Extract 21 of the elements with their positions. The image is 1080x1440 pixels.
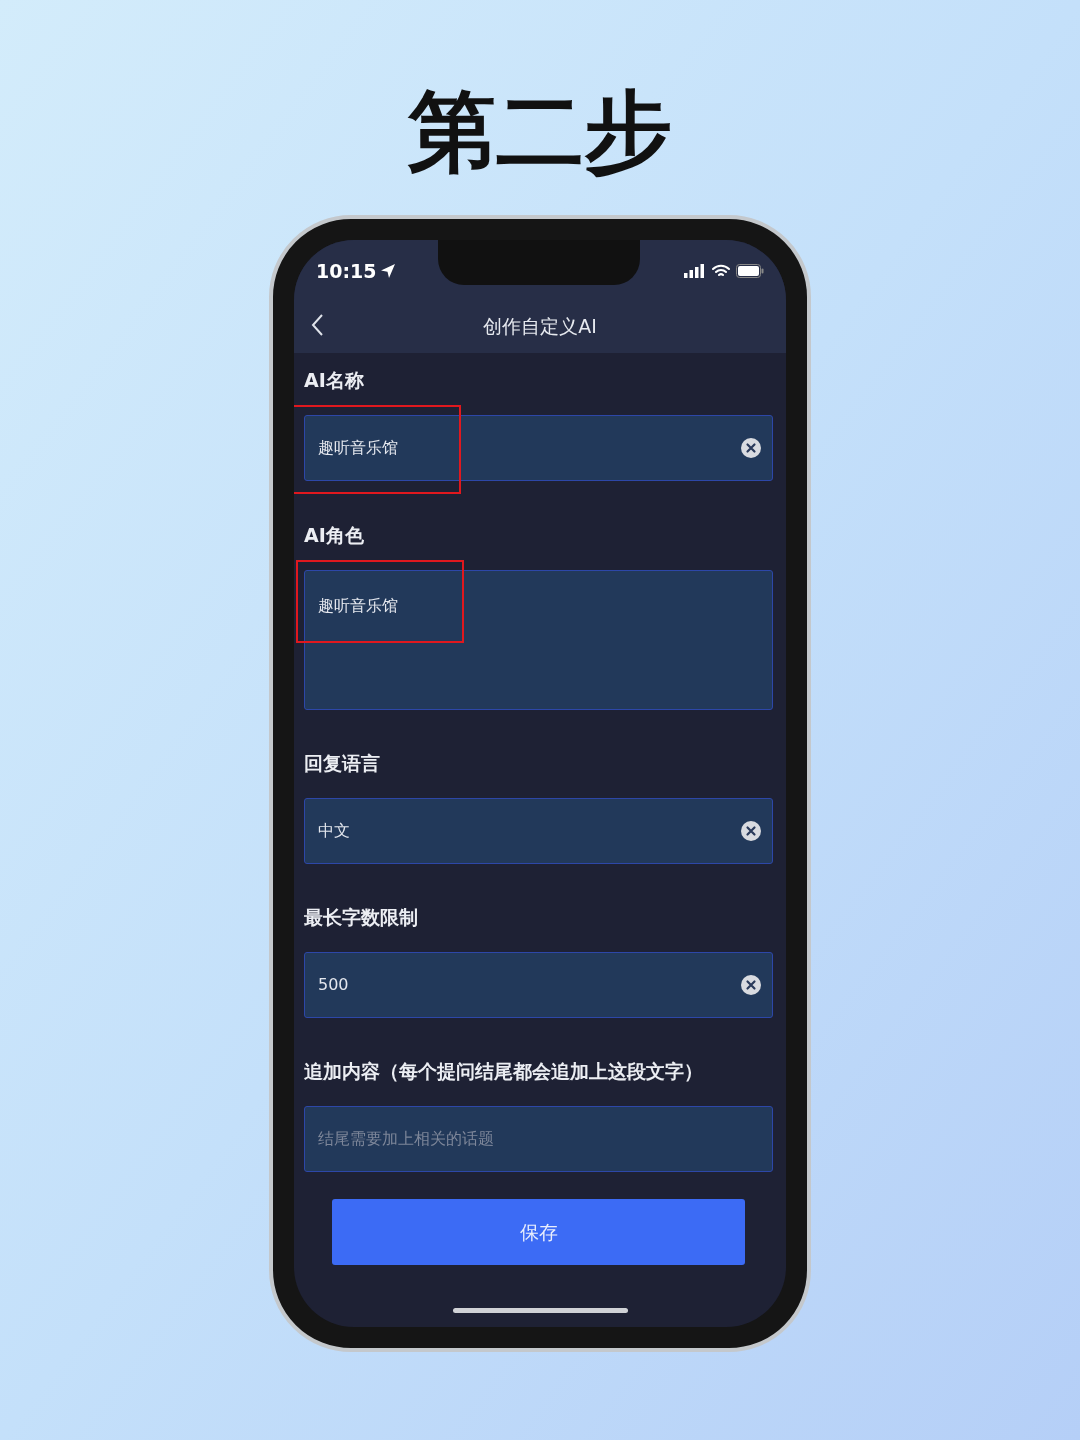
text-area[interactable]: 趣听音乐馆 bbox=[304, 570, 773, 710]
field-label: AI名称 bbox=[304, 370, 365, 390]
field-label: AI角色 bbox=[304, 525, 365, 545]
save-button[interactable]: 保存 bbox=[332, 1199, 745, 1265]
wifi-icon bbox=[712, 264, 730, 278]
battery-icon bbox=[736, 264, 764, 278]
back-icon[interactable] bbox=[311, 313, 325, 337]
field-label: 最长字数限制 bbox=[304, 907, 419, 927]
input-field[interactable]: 500 bbox=[304, 952, 773, 1018]
signal-icon bbox=[684, 264, 706, 278]
input-field[interactable]: 中文 bbox=[304, 798, 773, 864]
clear-icon[interactable] bbox=[740, 437, 762, 459]
clear-icon[interactable] bbox=[740, 820, 762, 842]
field-label: 回复语言 bbox=[304, 753, 381, 773]
field-label: 追加内容（每个提问结尾都会追加上这段文字） bbox=[304, 1061, 704, 1081]
step-heading: 第二步 bbox=[408, 82, 672, 182]
input-field[interactable]: 趣听音乐馆 bbox=[304, 415, 773, 481]
location-arrow-icon bbox=[380, 263, 397, 279]
page-title: 创作自定义AI bbox=[483, 314, 597, 340]
clear-icon[interactable] bbox=[740, 974, 762, 996]
status-time: 10:15 bbox=[316, 258, 377, 284]
